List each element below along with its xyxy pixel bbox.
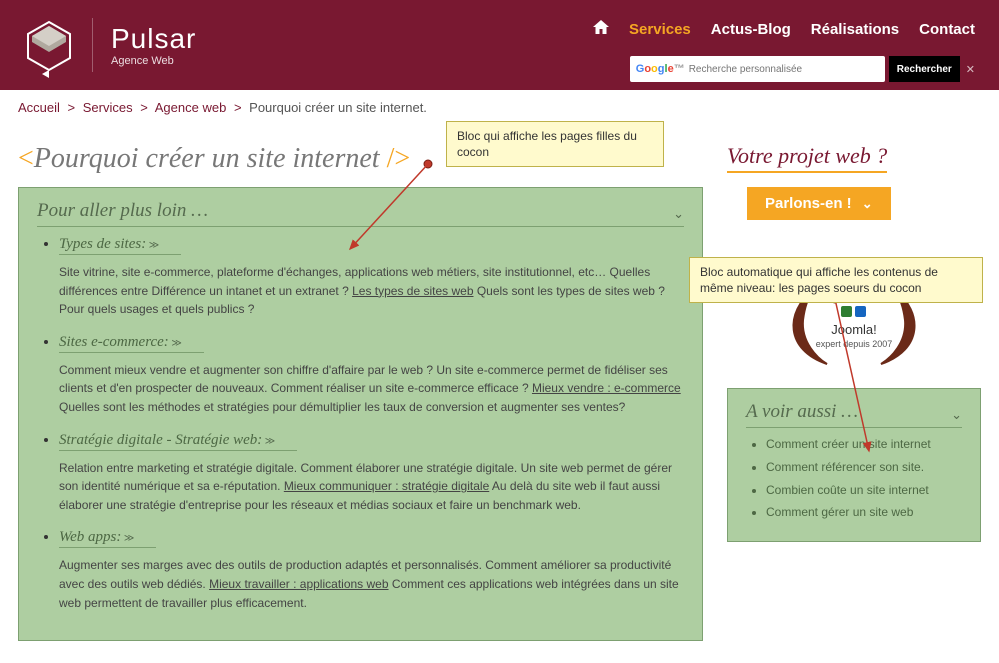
main-column: <Pourquoi créer un site internet /> Bloc… — [18, 123, 703, 641]
logo[interactable]: Pulsar Agence Web — [24, 18, 196, 72]
more-section: Web apps: Augmenter ses marges avec des … — [59, 528, 684, 612]
top-nav: Services Actus-Blog Réalisations Contact — [593, 20, 975, 39]
chevron-down-icon: ⌄ — [673, 206, 684, 222]
chevron-down-icon: ⌄ — [862, 196, 873, 212]
main: <Pourquoi créer un site internet /> Bloc… — [0, 115, 999, 663]
related-item[interactable]: Comment gérer un site web — [766, 504, 962, 521]
inline-link[interactable]: Les types de sites web — [352, 284, 473, 298]
breadcrumb-sep: > — [140, 100, 148, 115]
more-block: Pour aller plus loin …⌄ Types de sites: … — [18, 187, 703, 641]
breadcrumb-sep: > — [68, 100, 76, 115]
more-section: Sites e-commerce: Comment mieux vendre e… — [59, 333, 684, 417]
logo-divider — [92, 18, 93, 72]
logo-text: Pulsar Agence Web — [111, 23, 196, 67]
related-title: A voir aussi …⌄ — [746, 401, 962, 428]
related-item[interactable]: Combien coûte un site internet — [766, 482, 962, 499]
breadcrumb: Accueil > Services > Agence web > Pourqu… — [0, 90, 999, 115]
more-section-text: Augmenter ses marges avec des outils de … — [59, 556, 684, 612]
nav-services[interactable]: Services — [629, 21, 691, 38]
chevron-down-icon: ⌄ — [951, 407, 962, 423]
brand-name: Pulsar — [111, 23, 196, 55]
home-icon[interactable] — [593, 20, 609, 39]
nav-realisations[interactable]: Réalisations — [811, 21, 899, 38]
more-section: Types de sites: Site vitrine, site e-com… — [59, 235, 684, 319]
header: Pulsar Agence Web Services Actus-Blog Ré… — [0, 0, 999, 90]
joomla-name: Joomla! — [831, 322, 877, 337]
brand-tagline: Agence Web — [111, 55, 196, 67]
related-block: A voir aussi …⌄ Comment créer un site in… — [727, 388, 981, 542]
more-section-title[interactable]: Types de sites: — [59, 236, 181, 255]
joomla-sub: expert depuis 2007 — [816, 339, 893, 349]
search-input[interactable] — [689, 64, 859, 75]
sidebar: Votre projet web ? Parlons-en ! ⌄ Bloc a… — [727, 123, 981, 641]
more-section: Stratégie digitale - Stratégie web: Rela… — [59, 431, 684, 515]
search-close-icon[interactable]: ✕ — [966, 63, 975, 76]
more-section-text: Relation entre marketing et stratégie di… — [59, 459, 684, 515]
inline-link[interactable]: Mieux vendre : e-commerce — [532, 381, 681, 395]
nav-actus-blog[interactable]: Actus-Blog — [711, 21, 791, 38]
more-section-text: Site vitrine, site e-commerce, plateform… — [59, 263, 684, 319]
nav-contact[interactable]: Contact — [919, 21, 975, 38]
more-section-title[interactable]: Stratégie digitale - Stratégie web: — [59, 432, 297, 451]
breadcrumb-agence-web[interactable]: Agence web — [155, 100, 227, 115]
search-bar: Google™ Rechercher ✕ — [630, 56, 975, 82]
sidebar-project-title: Votre projet web ? — [727, 143, 887, 173]
search-box[interactable]: Google™ — [630, 56, 885, 82]
breadcrumb-accueil[interactable]: Accueil — [18, 100, 60, 115]
google-logo-icon: Google™ — [636, 63, 685, 75]
annotation-sibling-pages: Bloc automatique qui affiche les contenu… — [689, 257, 983, 303]
cta-label: Parlons-en ! — [765, 195, 852, 212]
cta-button[interactable]: Parlons-en ! ⌄ — [747, 187, 891, 220]
related-item[interactable]: Comment créer un site internet — [766, 436, 962, 453]
inline-link[interactable]: Mieux communiquer : stratégie digitale — [284, 479, 489, 493]
related-item[interactable]: Comment référencer son site. — [766, 459, 962, 476]
search-button[interactable]: Rechercher — [889, 56, 960, 82]
breadcrumb-services[interactable]: Services — [83, 100, 133, 115]
breadcrumb-current: Pourquoi créer un site internet. — [249, 100, 427, 115]
more-section-title[interactable]: Web apps: — [59, 529, 156, 548]
more-section-title[interactable]: Sites e-commerce: — [59, 334, 204, 353]
breadcrumb-sep: > — [234, 100, 242, 115]
more-block-title: Pour aller plus loin …⌄ — [37, 200, 684, 227]
more-section-text: Comment mieux vendre et augmenter son ch… — [59, 361, 684, 417]
annotation-child-pages: Bloc qui affiche les pages filles du coc… — [446, 121, 664, 167]
logo-icon — [24, 20, 74, 70]
inline-link[interactable]: Mieux travailler : applications web — [209, 577, 388, 591]
